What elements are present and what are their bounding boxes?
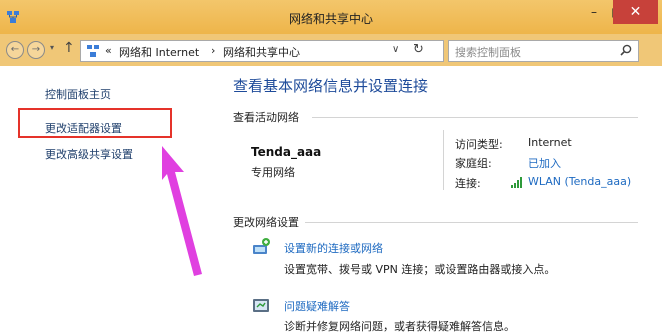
- divider: [443, 130, 444, 190]
- homegroup-label: 家庭组:: [455, 157, 492, 170]
- address-dropdown-icon[interactable]: ∨: [392, 44, 399, 55]
- title-bar: 网络和共享中心 – □: [0, 0, 662, 34]
- address-bar[interactable]: « 网络和 Internet › 网络和共享中心 ∨ ↻: [80, 40, 444, 62]
- annotation-arrow: [162, 146, 202, 276]
- divider: [305, 222, 638, 223]
- search-placeholder: 搜索控制面板: [455, 46, 521, 59]
- content-area: [0, 66, 662, 329]
- refresh-icon[interactable]: ↻: [413, 42, 424, 57]
- forward-arrow-icon[interactable]: →: [27, 41, 45, 59]
- page-title: 查看基本网络信息并设置连接: [233, 77, 429, 95]
- recent-locations-dropdown-icon[interactable]: ▾: [50, 43, 54, 52]
- homegroup-link[interactable]: 已加入: [528, 155, 561, 171]
- connection-label: 连接:: [455, 177, 481, 190]
- window-title: 网络和共享中心: [288, 12, 373, 26]
- network-name: Tenda_aaa: [251, 145, 322, 159]
- breadcrumb-sharing-center[interactable]: 网络和共享中心: [223, 44, 300, 60]
- network-type: 专用网络: [251, 166, 295, 179]
- setup-new-connection-link[interactable]: 设置新的连接或网络: [284, 240, 383, 256]
- navigation-bar: ← → ▾ ↑ « 网络和 Internet › 网络和共享中心 ∨ ↻ 搜索控…: [0, 34, 662, 66]
- troubleshoot-icon: [253, 299, 269, 312]
- connection-link[interactable]: WLAN (Tenda_aaa): [528, 175, 631, 188]
- setup-new-connection-description: 设置宽带、拨号或 VPN 连接；或设置路由器或接入点。: [284, 263, 556, 276]
- close-button[interactable]: ✕: [613, 0, 658, 24]
- divider: [312, 117, 638, 118]
- change-settings-label: 更改网络设置: [233, 216, 299, 229]
- new-connection-icon: [253, 238, 270, 254]
- search-icon[interactable]: [619, 43, 633, 57]
- sidebar-item-advanced-sharing-settings[interactable]: 更改高级共享设置: [45, 146, 133, 162]
- troubleshoot-link[interactable]: 问题疑难解答: [284, 298, 350, 314]
- sidebar-item-control-panel-home[interactable]: 控制面板主页: [45, 86, 111, 102]
- back-arrow-icon[interactable]: ←: [6, 41, 24, 59]
- breadcrumb-overflow[interactable]: «: [105, 44, 112, 57]
- active-networks-label: 查看活动网络: [233, 111, 299, 124]
- access-type-label: 访问类型:: [455, 138, 503, 151]
- minimize-button[interactable]: –: [583, 2, 605, 22]
- annotation-highlight-box: [18, 108, 172, 138]
- access-type-value: Internet: [528, 136, 572, 149]
- up-arrow-icon[interactable]: ↑: [63, 40, 75, 56]
- network-center-icon: [87, 45, 99, 57]
- search-input[interactable]: 搜索控制面板: [448, 40, 639, 62]
- breadcrumb-network-internet[interactable]: 网络和 Internet: [119, 44, 199, 60]
- wifi-signal-icon: [511, 177, 522, 188]
- breadcrumb-separator[interactable]: ›: [211, 44, 215, 57]
- troubleshoot-description: 诊断并修复网络问题，或者获得疑难解答信息。: [284, 320, 515, 333]
